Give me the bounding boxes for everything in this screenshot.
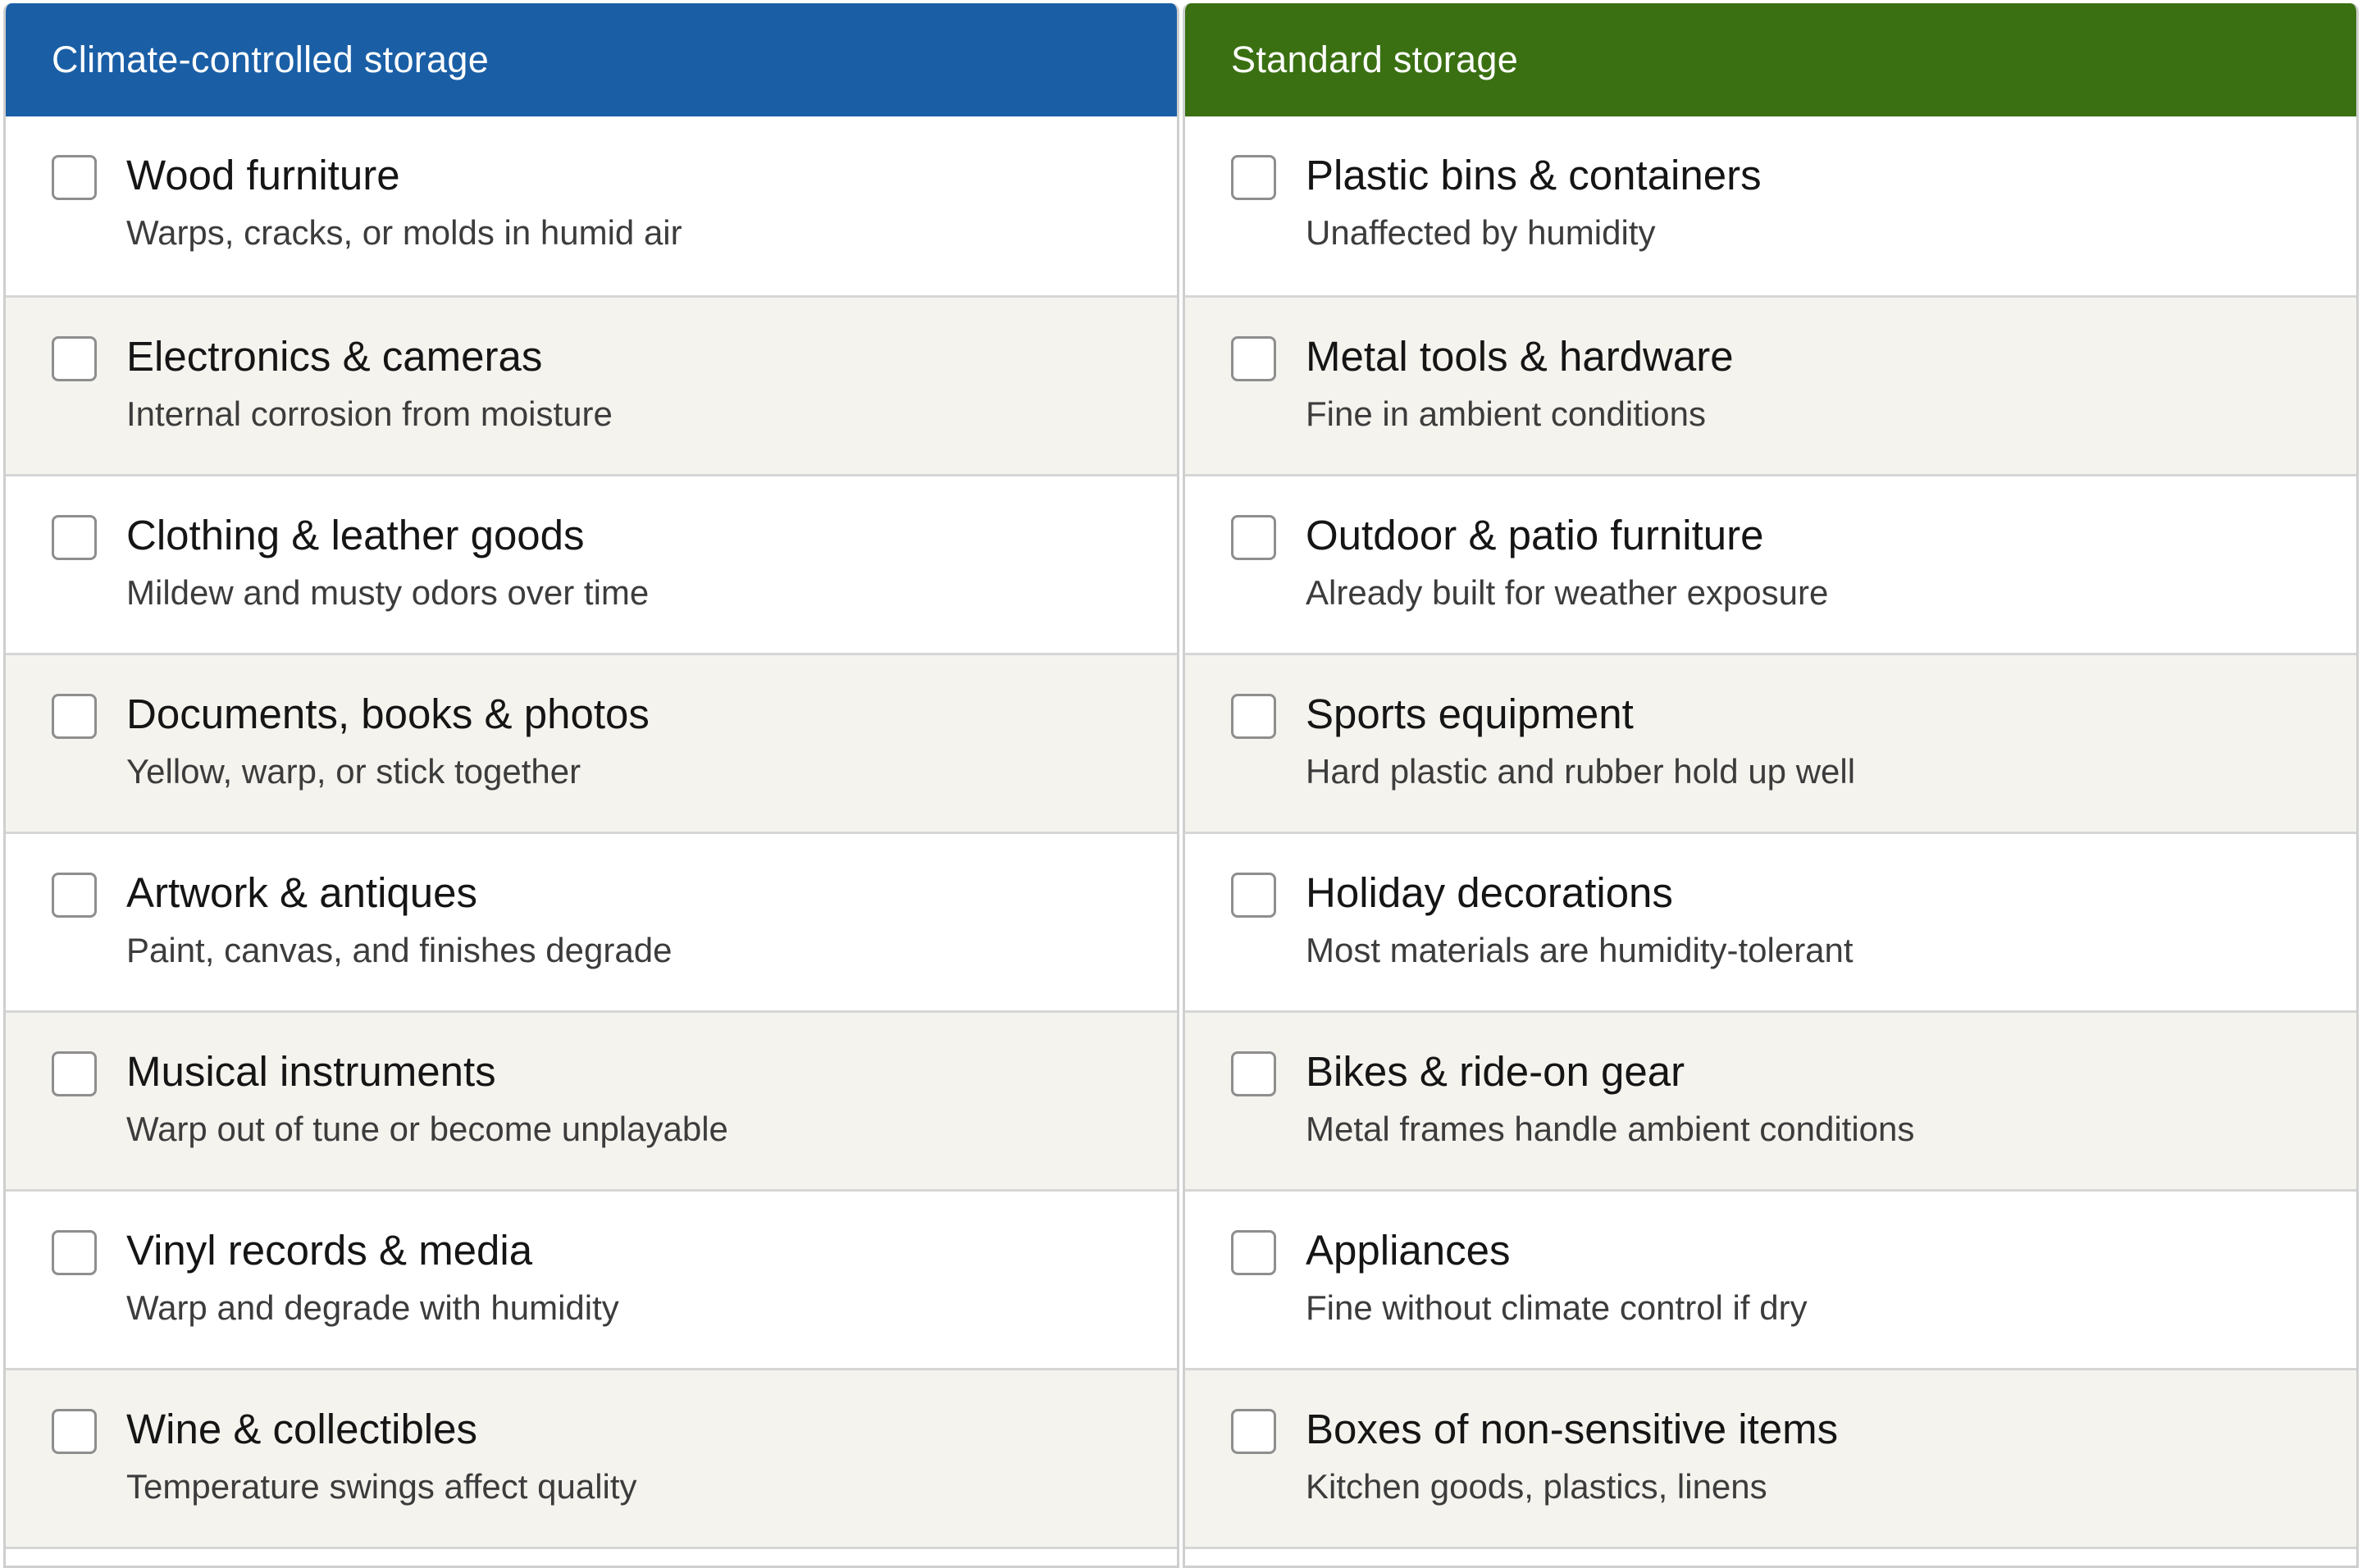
item-description: Internal corrosion from moisture xyxy=(126,394,613,433)
checklist-item[interactable]: Appliances Fine without climate control … xyxy=(1185,1189,2356,1368)
checklist-item[interactable]: Vinyl records & media Warp and degrade w… xyxy=(6,1189,1177,1368)
climate-controlled-header: Climate-controlled storage xyxy=(6,3,1177,116)
item-text: Artwork & antiques Paint, canvas, and fi… xyxy=(126,868,672,971)
item-description: Yellow, warp, or stick together xyxy=(126,752,581,791)
item-text: Electronics & cameras Internal corrosion… xyxy=(126,332,613,435)
item-checkbox[interactable] xyxy=(52,873,97,918)
item-title: Artwork & antiques xyxy=(126,869,478,916)
list-end-divider xyxy=(6,1547,1177,1566)
column-header-label: Climate-controlled storage xyxy=(52,39,490,80)
item-checkbox[interactable] xyxy=(1231,155,1276,200)
item-checkbox[interactable] xyxy=(1231,1230,1276,1275)
item-title: Vinyl records & media xyxy=(126,1227,533,1274)
checklist-item[interactable]: Electronics & cameras Internal corrosion… xyxy=(6,295,1177,474)
item-description: Temperature swings affect quality xyxy=(126,1467,637,1506)
checklist-item[interactable]: Plastic bins & containers Unaffected by … xyxy=(1185,116,2356,295)
item-text: Wine & collectibles Temperature swings a… xyxy=(126,1405,637,1507)
item-title: Outdoor & patio furniture xyxy=(1306,512,1764,558)
item-description: Metal frames handle ambient conditions xyxy=(1306,1110,1915,1148)
item-text: Musical instruments Warp out of tune or … xyxy=(126,1047,728,1150)
item-checkbox[interactable] xyxy=(1231,1409,1276,1454)
item-title: Electronics & cameras xyxy=(126,333,543,380)
item-description: Already built for weather exposure xyxy=(1306,573,1829,612)
item-checkbox[interactable] xyxy=(52,694,97,739)
item-checkbox[interactable] xyxy=(52,515,97,560)
item-title: Boxes of non-sensitive items xyxy=(1306,1406,1839,1452)
item-title: Musical instruments xyxy=(126,1048,496,1095)
item-description: Mildew and musty odors over time xyxy=(126,573,650,612)
item-description: Unaffected by humidity xyxy=(1306,213,1656,252)
item-description: Warp and degrade with humidity xyxy=(126,1288,619,1327)
standard-storage-column: Standard storage Plastic bins & containe… xyxy=(1183,3,2359,1568)
item-title: Plastic bins & containers xyxy=(1306,152,1762,198)
item-title: Bikes & ride-on gear xyxy=(1306,1048,1685,1095)
item-text: Clothing & leather goods Mildew and must… xyxy=(126,511,649,613)
checklist-item[interactable]: Metal tools & hardware Fine in ambient c… xyxy=(1185,295,2356,474)
item-checkbox[interactable] xyxy=(52,155,97,200)
item-text: Sports equipment Hard plastic and rubber… xyxy=(1306,690,1855,792)
item-title: Wine & collectibles xyxy=(126,1406,477,1452)
standard-storage-header: Standard storage xyxy=(1185,3,2356,116)
item-checkbox[interactable] xyxy=(1231,515,1276,560)
item-checkbox[interactable] xyxy=(1231,336,1276,381)
checklist-item[interactable]: Wood furniture Warps, cracks, or molds i… xyxy=(6,116,1177,295)
item-title: Metal tools & hardware xyxy=(1306,333,1734,380)
item-text: Vinyl records & media Warp and degrade w… xyxy=(126,1226,619,1329)
item-text: Appliances Fine without climate control … xyxy=(1306,1226,1808,1329)
standard-storage-list: Plastic bins & containers Unaffected by … xyxy=(1185,116,2356,1566)
checklist-item[interactable]: Wine & collectibles Temperature swings a… xyxy=(6,1368,1177,1547)
item-description: Warp out of tune or become unplayable xyxy=(126,1110,728,1148)
checklist-item[interactable]: Artwork & antiques Paint, canvas, and fi… xyxy=(6,832,1177,1010)
checklist-item[interactable]: Clothing & leather goods Mildew and must… xyxy=(6,474,1177,653)
item-text: Metal tools & hardware Fine in ambient c… xyxy=(1306,332,1734,435)
item-description: Most materials are humidity-tolerant xyxy=(1306,931,1854,969)
checklist-item[interactable]: Outdoor & patio furniture Already built … xyxy=(1185,474,2356,653)
item-title: Sports equipment xyxy=(1306,691,1634,737)
item-description: Fine in ambient conditions xyxy=(1306,394,1706,433)
checklist-item[interactable]: Sports equipment Hard plastic and rubber… xyxy=(1185,653,2356,832)
checklist-item[interactable]: Holiday decorations Most materials are h… xyxy=(1185,832,2356,1010)
item-description: Fine without climate control if dry xyxy=(1306,1288,1808,1327)
climate-controlled-column: Climate-controlled storage Wood furnitur… xyxy=(3,3,1179,1568)
storage-comparison-board: Climate-controlled storage Wood furnitur… xyxy=(3,3,2359,1568)
item-title: Wood furniture xyxy=(126,152,400,198)
item-checkbox[interactable] xyxy=(52,1409,97,1454)
checklist-item[interactable]: Documents, books & photos Yellow, warp, … xyxy=(6,653,1177,832)
item-title: Holiday decorations xyxy=(1306,869,1673,916)
item-text: Boxes of non-sensitive items Kitchen goo… xyxy=(1306,1405,1838,1507)
list-end-divider xyxy=(1185,1547,2356,1566)
checklist-item[interactable]: Musical instruments Warp out of tune or … xyxy=(6,1010,1177,1189)
item-text: Outdoor & patio furniture Already built … xyxy=(1306,511,1828,613)
climate-controlled-list: Wood furniture Warps, cracks, or molds i… xyxy=(6,116,1177,1566)
checklist-item[interactable]: Bikes & ride-on gear Metal frames handle… xyxy=(1185,1010,2356,1189)
item-title: Clothing & leather goods xyxy=(126,512,585,558)
item-text: Plastic bins & containers Unaffected by … xyxy=(1306,151,1762,253)
item-text: Holiday decorations Most materials are h… xyxy=(1306,868,1854,971)
item-text: Bikes & ride-on gear Metal frames handle… xyxy=(1306,1047,1914,1150)
item-checkbox[interactable] xyxy=(52,1051,97,1096)
item-description: Hard plastic and rubber hold up well xyxy=(1306,752,1856,791)
item-checkbox[interactable] xyxy=(1231,694,1276,739)
item-title: Documents, books & photos xyxy=(126,691,650,737)
checklist-item[interactable]: Boxes of non-sensitive items Kitchen goo… xyxy=(1185,1368,2356,1547)
item-text: Documents, books & photos Yellow, warp, … xyxy=(126,690,650,792)
item-checkbox[interactable] xyxy=(52,1230,97,1275)
item-checkbox[interactable] xyxy=(52,336,97,381)
item-description: Paint, canvas, and finishes degrade xyxy=(126,931,673,969)
item-checkbox[interactable] xyxy=(1231,873,1276,918)
item-text: Wood furniture Warps, cracks, or molds i… xyxy=(126,151,682,253)
item-checkbox[interactable] xyxy=(1231,1051,1276,1096)
item-description: Warps, cracks, or molds in humid air xyxy=(126,213,682,252)
column-header-label: Standard storage xyxy=(1231,39,1519,80)
item-description: Kitchen goods, plastics, linens xyxy=(1306,1467,1767,1506)
item-title: Appliances xyxy=(1306,1227,1511,1274)
